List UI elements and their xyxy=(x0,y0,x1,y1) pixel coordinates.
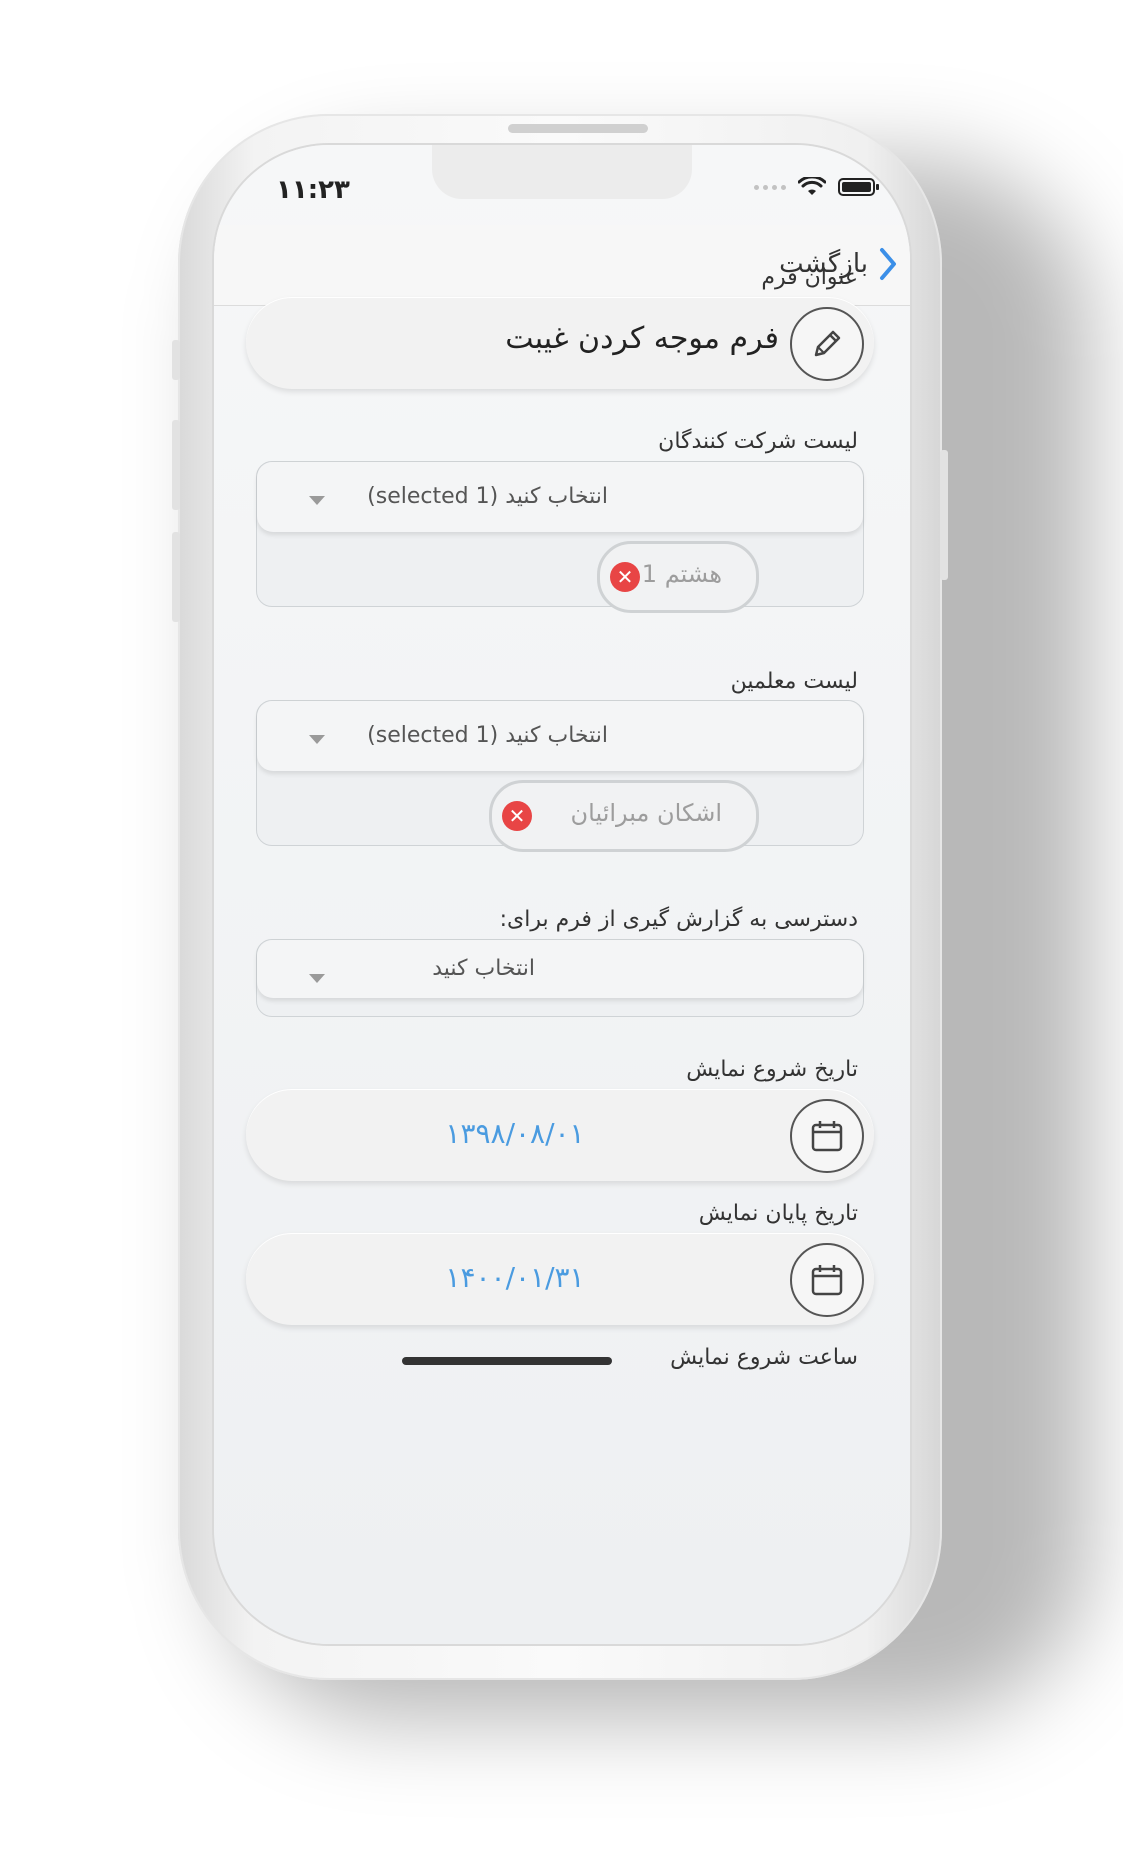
participants-dropdown[interactable]: انتخاب کنید (1 selected) xyxy=(257,462,863,532)
battery-icon xyxy=(838,178,879,196)
participants-label: لیست شرکت کنندگان xyxy=(658,429,858,454)
participants-multiselect[interactable]: انتخاب کنید (1 selected) هشتم 1 ✕ xyxy=(256,461,864,613)
chip-label: اشکان مبرائیان xyxy=(570,799,722,827)
back-chevron-icon xyxy=(880,248,896,280)
speaker-grille xyxy=(508,124,648,133)
caret-down-icon xyxy=(309,496,325,505)
form-title-field[interactable]: فرم موجه کردن غیبت xyxy=(246,297,874,389)
end-date-label: تاریخ پایان نمایش xyxy=(698,1201,858,1226)
report-access-dropdown[interactable]: انتخاب کنید xyxy=(257,940,863,998)
report-access-label: دسترسی به گزارش گیری از فرم برای: xyxy=(499,907,858,932)
remove-chip-icon[interactable]: ✕ xyxy=(502,801,532,831)
form-title-label: عنوان فرم xyxy=(761,265,858,290)
silent-switch xyxy=(172,340,180,380)
teachers-select-text: انتخاب کنید (1 selected) xyxy=(367,723,608,748)
start-date-value: ۱۳۹۸/۰۸/۰۱ xyxy=(445,1117,585,1150)
teachers-multiselect[interactable]: انتخاب کنید (1 selected) اشکان مبرائیان … xyxy=(256,700,864,852)
participants-select-text: انتخاب کنید (1 selected) xyxy=(367,484,608,509)
notch xyxy=(432,145,692,199)
home-indicator[interactable] xyxy=(402,1357,612,1365)
power-button xyxy=(940,450,948,580)
volume-up-button xyxy=(172,420,180,510)
start-time-label: ساعت شروع نمایش xyxy=(670,1345,858,1370)
caret-down-icon xyxy=(309,735,325,744)
edit-title-button[interactable] xyxy=(790,307,864,381)
calendar-icon xyxy=(811,1265,843,1296)
signal-icon xyxy=(754,184,786,190)
teachers-label: لیست معلمین xyxy=(730,669,858,694)
participant-chip[interactable]: هشتم 1 ✕ xyxy=(597,541,759,613)
wifi-icon xyxy=(798,177,826,195)
calendar-icon xyxy=(811,1121,843,1152)
remove-chip-icon[interactable]: ✕ xyxy=(610,562,640,592)
teacher-chip[interactable]: اشکان مبرائیان ✕ xyxy=(489,780,759,852)
end-date-value: ۱۴۰۰/۰۱/۳۱ xyxy=(445,1261,585,1294)
report-access-select-text: انتخاب کنید xyxy=(432,956,535,981)
status-time: ۱۱:۲۳ xyxy=(276,175,350,205)
status-icons xyxy=(754,177,880,197)
start-date-calendar-button[interactable] xyxy=(790,1099,864,1173)
end-date-field[interactable]: ۱۴۰۰/۰۱/۳۱ xyxy=(246,1233,874,1325)
teachers-dropdown[interactable]: انتخاب کنید (1 selected) xyxy=(257,701,863,771)
chip-label: هشتم 1 xyxy=(641,560,722,588)
caret-down-icon xyxy=(309,974,325,983)
form-title-value: فرم موجه کردن غیبت xyxy=(505,321,779,356)
end-date-calendar-button[interactable] xyxy=(790,1243,864,1317)
screen: ۱۱:۲۳ بازگشت عنوان فرم فرم موجه کردن غیب… xyxy=(214,145,910,1644)
start-date-field[interactable]: ۱۳۹۸/۰۸/۰۱ xyxy=(246,1089,874,1181)
report-access-select[interactable]: انتخاب کنید xyxy=(256,939,864,1017)
pencil-icon xyxy=(814,330,841,357)
volume-down-button xyxy=(172,532,180,622)
start-date-label: تاریخ شروع نمایش xyxy=(686,1057,858,1082)
